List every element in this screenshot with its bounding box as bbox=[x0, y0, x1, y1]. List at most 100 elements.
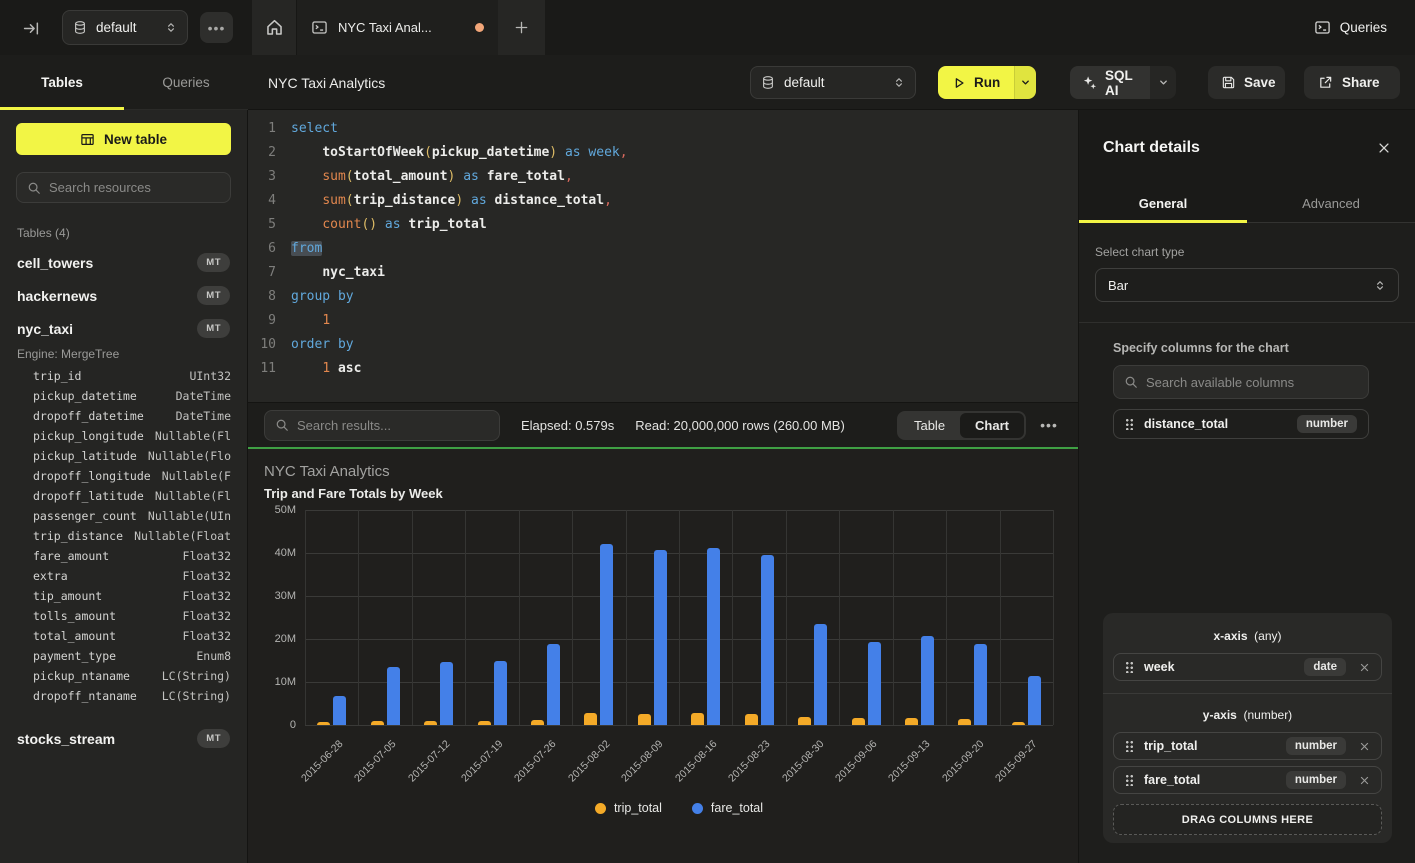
columns-search-input[interactable] bbox=[1146, 375, 1358, 390]
toggle-table[interactable]: Table bbox=[899, 413, 960, 438]
sql-editor[interactable]: 1select2 toStartOfWeek(pickup_datetime) … bbox=[248, 110, 1078, 402]
results-more-button[interactable]: ••• bbox=[1036, 417, 1062, 433]
bar-fare_total bbox=[494, 661, 507, 726]
code-token: asc bbox=[330, 361, 361, 376]
code-line: 5 count() as trip_total bbox=[248, 213, 1078, 237]
drag-handle-icon[interactable] bbox=[1125, 740, 1133, 752]
engine-badge: MT bbox=[197, 319, 230, 338]
field-type-badge: date bbox=[1304, 658, 1346, 676]
new-table-button[interactable]: New table bbox=[16, 123, 231, 155]
close-panel-button[interactable] bbox=[1377, 141, 1391, 155]
search-icon bbox=[275, 418, 289, 432]
column-name: pickup_latitude bbox=[33, 449, 137, 463]
sql-ai-button[interactable]: SQL AI bbox=[1070, 66, 1150, 99]
home-button[interactable] bbox=[252, 0, 297, 55]
code-token bbox=[291, 265, 322, 280]
table-row-stocks-stream[interactable]: stocks_stream MT bbox=[0, 722, 247, 755]
drag-handle-icon[interactable] bbox=[1125, 418, 1133, 430]
remove-field-button[interactable] bbox=[1359, 741, 1370, 752]
column-type: Float32 bbox=[183, 549, 231, 563]
drag-columns-dropzone[interactable]: DRAG COLUMNS HERE bbox=[1113, 804, 1382, 835]
code-token: 1 bbox=[322, 361, 330, 376]
line-number: 9 bbox=[248, 309, 276, 333]
run-button[interactable]: Run bbox=[938, 66, 1014, 99]
chart-details-panel: Chart details General Advanced Select ch… bbox=[1078, 110, 1415, 863]
tab-nyc-taxi-analytics[interactable]: NYC Taxi Anal... bbox=[297, 0, 498, 55]
column-type: Float32 bbox=[183, 629, 231, 643]
column-type: DateTime bbox=[176, 389, 231, 403]
code-text: nyc_taxi bbox=[291, 261, 385, 285]
results-search-input[interactable] bbox=[297, 418, 489, 433]
column-name: total_amount bbox=[33, 629, 116, 643]
sidebar-more-button[interactable]: ••• bbox=[200, 12, 233, 43]
x-axis-label: 2015-07-19 bbox=[459, 738, 505, 784]
drag-handle-icon[interactable] bbox=[1125, 661, 1133, 673]
share-button[interactable]: Share bbox=[1304, 66, 1400, 99]
remove-field-button[interactable] bbox=[1359, 662, 1370, 673]
y-axis-tick-label: 30M bbox=[275, 590, 296, 602]
rows-read-stat: Read: 20,000,000 rows (260.00 MB) bbox=[635, 418, 845, 433]
chart-legend: trip_total fare_total bbox=[305, 801, 1053, 815]
bar-trip_total bbox=[638, 714, 651, 725]
code-text: from bbox=[291, 237, 322, 261]
field-card-fare_total[interactable]: fare_totalnumber bbox=[1113, 766, 1382, 794]
x-axis-hint: (any) bbox=[1254, 629, 1281, 643]
v-gridline bbox=[839, 510, 840, 725]
table-row-nyc-taxi[interactable]: nyc_taxi MT bbox=[0, 312, 247, 345]
table-row-cell-towers[interactable]: cell_towers MT bbox=[0, 246, 247, 279]
bar-trip_total bbox=[478, 721, 491, 725]
column-name: dropoff_ntaname bbox=[33, 689, 137, 703]
field-card-trip_total[interactable]: trip_totalnumber bbox=[1113, 732, 1382, 760]
sidebar-tab-tables[interactable]: Tables bbox=[0, 55, 124, 109]
top-database-select[interactable]: default bbox=[62, 10, 188, 45]
legend-item-fare_total[interactable]: fare_total bbox=[692, 801, 763, 815]
code-line: 11 1 asc bbox=[248, 357, 1078, 381]
column-row: dropoff_longitudeNullable(F bbox=[0, 469, 247, 489]
v-gridline bbox=[946, 510, 947, 725]
code-line: 3 sum(total_amount) as fare_total, bbox=[248, 165, 1078, 189]
column-row: extraFloat32 bbox=[0, 569, 247, 589]
table-row-hackernews[interactable]: hackernews MT bbox=[0, 279, 247, 312]
y-axis-hint: (number) bbox=[1244, 708, 1293, 722]
code-token: sum bbox=[322, 169, 345, 184]
y-axis-label: y-axis bbox=[1203, 708, 1237, 722]
remove-field-button[interactable] bbox=[1359, 775, 1370, 786]
code-line: 1select bbox=[248, 117, 1078, 141]
sidebar-tab-queries[interactable]: Queries bbox=[124, 55, 248, 109]
drag-handle-icon[interactable] bbox=[1125, 774, 1133, 786]
column-row: dropoff_datetimeDateTime bbox=[0, 409, 247, 429]
field-card-distance_total[interactable]: distance_totalnumber bbox=[1113, 409, 1369, 439]
sidebar-search bbox=[16, 172, 231, 203]
sidebar-search-input[interactable] bbox=[49, 180, 220, 195]
bar-fare_total bbox=[921, 636, 934, 725]
code-line: 4 sum(trip_distance) as distance_total, bbox=[248, 189, 1078, 213]
tab-advanced[interactable]: Advanced bbox=[1247, 185, 1415, 222]
legend-item-trip_total[interactable]: trip_total bbox=[595, 801, 662, 815]
queries-button[interactable]: Queries bbox=[1314, 0, 1387, 55]
field-name: trip_total bbox=[1144, 739, 1275, 753]
collapse-sidebar-button[interactable] bbox=[16, 13, 46, 43]
chevron-down-icon bbox=[1020, 77, 1031, 88]
sql-ai-options-button[interactable] bbox=[1150, 66, 1176, 99]
y-axis-title: y-axis (number) bbox=[1113, 708, 1382, 722]
field-card-week[interactable]: weekdate bbox=[1113, 653, 1382, 681]
save-button[interactable]: Save bbox=[1208, 66, 1285, 99]
toggle-chart[interactable]: Chart bbox=[960, 413, 1024, 438]
chart-type-value: Bar bbox=[1108, 278, 1374, 293]
editor-database-select[interactable]: default bbox=[750, 66, 916, 99]
tab-general[interactable]: General bbox=[1079, 185, 1247, 222]
axis-config-group: x-axis (any) weekdate y-axis (number) tr… bbox=[1103, 613, 1392, 843]
column-type: Nullable(Fl bbox=[155, 429, 231, 443]
tab-label: NYC Taxi Anal... bbox=[338, 20, 465, 35]
run-options-button[interactable] bbox=[1014, 66, 1036, 99]
sql-ai-button-group: SQL AI bbox=[1070, 66, 1176, 99]
x-axis-label: 2015-08-09 bbox=[619, 738, 665, 784]
x-axis-label: 2015-09-06 bbox=[833, 738, 879, 784]
code-line: 7 nyc_taxi bbox=[248, 261, 1078, 285]
available-columns-list: distance_totalnumber bbox=[1095, 409, 1399, 439]
chart-type-select[interactable]: Bar bbox=[1095, 268, 1399, 302]
bar-fare_total bbox=[761, 555, 774, 725]
search-icon bbox=[1124, 375, 1138, 389]
new-tab-button[interactable] bbox=[498, 0, 545, 55]
x-axis-label: 2015-08-23 bbox=[726, 738, 772, 784]
